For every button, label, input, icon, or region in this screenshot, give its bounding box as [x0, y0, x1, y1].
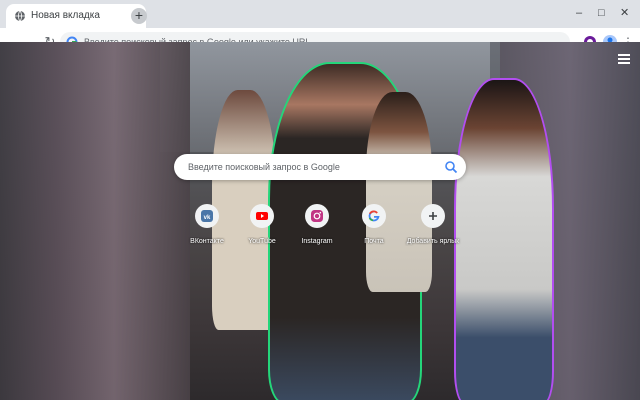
background-graffiti-wall-left	[0, 42, 190, 400]
shortcut-instagram[interactable]: Instagram	[290, 204, 344, 254]
shortcut-mail[interactable]: Почта	[347, 204, 401, 254]
shortcut-label: Почта	[364, 238, 384, 245]
background-person-4	[454, 78, 554, 400]
add-icon	[429, 212, 437, 220]
tab-title: Новая вкладка	[31, 10, 100, 21]
add-shortcut-button[interactable]: Добавить ярлык	[406, 204, 460, 254]
search-placeholder: Введите поисковый запрос в Google	[188, 162, 340, 172]
shortcuts-grid: vk ВКонтакте YouTube Instagram Почта Доб…	[190, 204, 460, 254]
google-icon	[368, 210, 380, 222]
tab-strip: Новая вкладка × + – □ ✕	[0, 0, 640, 28]
shortcut-youtube[interactable]: YouTube	[235, 204, 289, 254]
search-box[interactable]: Введите поисковый запрос в Google	[174, 154, 466, 180]
globe-icon	[15, 10, 25, 22]
svg-text:vk: vk	[204, 215, 211, 221]
shortcut-tile	[362, 204, 386, 228]
shortcut-label: Добавить ярлык	[406, 238, 460, 245]
new-tab-button[interactable]: +	[131, 8, 147, 24]
close-window-icon[interactable]: ✕	[620, 6, 629, 20]
shortcut-tile: vk	[195, 204, 219, 228]
tab-new-tab[interactable]: Новая вкладка ×	[6, 4, 146, 28]
customize-menu-icon[interactable]	[618, 54, 630, 64]
vk-icon: vk	[201, 210, 213, 222]
shortcut-tile	[421, 204, 445, 228]
search-icon[interactable]	[444, 160, 458, 174]
new-tab-page: Введите поисковый запрос в Google vk ВКо…	[0, 42, 640, 400]
instagram-icon	[311, 210, 323, 222]
maximize-icon[interactable]: □	[598, 6, 605, 20]
shortcut-vk[interactable]: vk ВКонтакте	[180, 204, 234, 254]
minimize-icon[interactable]: –	[576, 6, 582, 20]
shortcut-tile	[250, 204, 274, 228]
shortcut-tile	[305, 204, 329, 228]
youtube-icon	[256, 212, 268, 220]
background-person-3	[366, 92, 432, 292]
